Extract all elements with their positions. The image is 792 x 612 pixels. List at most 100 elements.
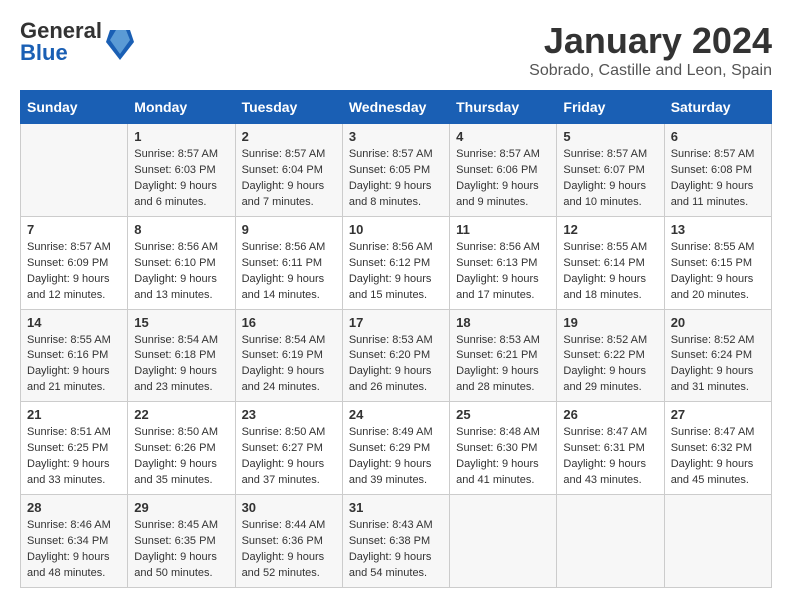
cell-content: Sunrise: 8:52 AM Sunset: 6:24 PM Dayligh…	[671, 333, 765, 397]
weekday-header: Friday	[557, 91, 664, 124]
calendar-cell: 2 Sunrise: 8:57 AM Sunset: 6:04 PM Daylig…	[235, 124, 342, 217]
weekday-header: Monday	[128, 91, 235, 124]
logo-line2: Blue	[20, 42, 102, 64]
calendar-cell: 6Sunrise: 8:57 AM Sunset: 6:08 PM Daylig…	[664, 124, 771, 217]
calendar-cell: 7 Sunrise: 8:57 AM Sunset: 6:09 PM Daylig…	[21, 216, 128, 309]
weekday-header: Tuesday	[235, 91, 342, 124]
cell-content: Sunrise: 8:57 AM Sunset: 6:09 PM Dayligh…	[27, 240, 121, 304]
calendar-cell: 28 Sunrise: 8:46 AM Sunset: 6:34 PM Dayli…	[21, 495, 128, 588]
calendar-cell: 22 Sunrise: 8:50 AM Sunset: 6:26 PM Dayli…	[128, 402, 235, 495]
cell-content: Sunrise: 8:46 AM Sunset: 6:34 PM Dayligh…	[27, 518, 121, 582]
cell-content: Sunrise: 8:56 AM Sunset: 6:10 PM Dayligh…	[134, 240, 228, 304]
title-area: January 2024 Sobrado, Castille and Leon,…	[529, 20, 772, 80]
cell-content: Sunrise: 8:57 AM Sunset: 6:05 PM Dayligh…	[349, 147, 443, 211]
calendar-cell	[450, 495, 557, 588]
day-number: 27	[671, 407, 765, 422]
day-number: 2	[242, 129, 336, 144]
calendar-cell: 24 Sunrise: 8:49 AM Sunset: 6:29 PM Dayli…	[342, 402, 449, 495]
calendar-week-row: 28 Sunrise: 8:46 AM Sunset: 6:34 PM Dayli…	[21, 495, 772, 588]
cell-content: Sunrise: 8:49 AM Sunset: 6:29 PM Dayligh…	[349, 425, 443, 489]
cell-content: Sunrise: 8:57 AM Sunset: 6:04 PM Dayligh…	[242, 147, 336, 211]
cell-content: Sunrise: 8:43 AM Sunset: 6:38 PM Dayligh…	[349, 518, 443, 582]
calendar-week-row: 21Sunrise: 8:51 AM Sunset: 6:25 PM Dayli…	[21, 402, 772, 495]
calendar-cell: 3 Sunrise: 8:57 AM Sunset: 6:05 PM Daylig…	[342, 124, 449, 217]
logo-line1: General	[20, 20, 102, 42]
calendar-cell: 21Sunrise: 8:51 AM Sunset: 6:25 PM Dayli…	[21, 402, 128, 495]
cell-content: Sunrise: 8:56 AM Sunset: 6:13 PM Dayligh…	[456, 240, 550, 304]
cell-content: Sunrise: 8:57 AM Sunset: 6:03 PM Dayligh…	[134, 147, 228, 211]
cell-content: Sunrise: 8:56 AM Sunset: 6:12 PM Dayligh…	[349, 240, 443, 304]
cell-content: Sunrise: 8:47 AM Sunset: 6:32 PM Dayligh…	[671, 425, 765, 489]
cell-content: Sunrise: 8:55 AM Sunset: 6:16 PM Dayligh…	[27, 333, 121, 397]
day-number: 7	[27, 222, 121, 237]
cell-content: Sunrise: 8:47 AM Sunset: 6:31 PM Dayligh…	[563, 425, 657, 489]
calendar-cell: 18 Sunrise: 8:53 AM Sunset: 6:21 PM Dayli…	[450, 309, 557, 402]
month-title: January 2024	[529, 20, 772, 62]
cell-content: Sunrise: 8:48 AM Sunset: 6:30 PM Dayligh…	[456, 425, 550, 489]
cell-content: Sunrise: 8:55 AM Sunset: 6:14 PM Dayligh…	[563, 240, 657, 304]
calendar-week-row: 7 Sunrise: 8:57 AM Sunset: 6:09 PM Daylig…	[21, 216, 772, 309]
logo: General Blue	[20, 20, 134, 64]
calendar-cell: 16 Sunrise: 8:54 AM Sunset: 6:19 PM Dayli…	[235, 309, 342, 402]
day-number: 8	[134, 222, 228, 237]
calendar-cell: 20 Sunrise: 8:52 AM Sunset: 6:24 PM Dayli…	[664, 309, 771, 402]
calendar-cell: 26 Sunrise: 8:47 AM Sunset: 6:31 PM Dayli…	[557, 402, 664, 495]
cell-content: Sunrise: 8:44 AM Sunset: 6:36 PM Dayligh…	[242, 518, 336, 582]
calendar-cell: 23Sunrise: 8:50 AM Sunset: 6:27 PM Dayli…	[235, 402, 342, 495]
cell-content: Sunrise: 8:53 AM Sunset: 6:20 PM Dayligh…	[349, 333, 443, 397]
weekday-header: Thursday	[450, 91, 557, 124]
calendar-cell: 12 Sunrise: 8:55 AM Sunset: 6:14 PM Dayli…	[557, 216, 664, 309]
cell-content: Sunrise: 8:45 AM Sunset: 6:35 PM Dayligh…	[134, 518, 228, 582]
calendar-cell: 8 Sunrise: 8:56 AM Sunset: 6:10 PM Daylig…	[128, 216, 235, 309]
calendar-cell	[557, 495, 664, 588]
day-number: 17	[349, 315, 443, 330]
calendar-table: SundayMondayTuesdayWednesdayThursdayFrid…	[20, 90, 772, 588]
cell-content: Sunrise: 8:54 AM Sunset: 6:18 PM Dayligh…	[134, 333, 228, 397]
calendar-cell: 5 Sunrise: 8:57 AM Sunset: 6:07 PM Daylig…	[557, 124, 664, 217]
cell-content: Sunrise: 8:50 AM Sunset: 6:26 PM Dayligh…	[134, 425, 228, 489]
calendar-cell: 15 Sunrise: 8:54 AM Sunset: 6:18 PM Dayli…	[128, 309, 235, 402]
day-number: 14	[27, 315, 121, 330]
day-number: 9	[242, 222, 336, 237]
cell-content: Sunrise: 8:54 AM Sunset: 6:19 PM Dayligh…	[242, 333, 336, 397]
day-number: 22	[134, 407, 228, 422]
day-number: 19	[563, 315, 657, 330]
cell-content: Sunrise: 8:53 AM Sunset: 6:21 PM Dayligh…	[456, 333, 550, 397]
day-number: 18	[456, 315, 550, 330]
cell-content: Sunrise: 8:56 AM Sunset: 6:11 PM Dayligh…	[242, 240, 336, 304]
header: General Blue January 2024 Sobrado, Casti…	[20, 20, 772, 80]
weekday-header: Wednesday	[342, 91, 449, 124]
calendar-cell	[21, 124, 128, 217]
calendar-cell: 19 Sunrise: 8:52 AM Sunset: 6:22 PM Dayli…	[557, 309, 664, 402]
day-number: 23	[242, 407, 336, 422]
day-number: 21	[27, 407, 121, 422]
calendar-cell: 1Sunrise: 8:57 AM Sunset: 6:03 PM Daylig…	[128, 124, 235, 217]
cell-content: Sunrise: 8:57 AM Sunset: 6:08 PM Dayligh…	[671, 147, 765, 211]
day-number: 24	[349, 407, 443, 422]
day-number: 28	[27, 500, 121, 515]
day-number: 16	[242, 315, 336, 330]
location-subtitle: Sobrado, Castille and Leon, Spain	[529, 62, 772, 80]
day-number: 20	[671, 315, 765, 330]
calendar-cell: 17 Sunrise: 8:53 AM Sunset: 6:20 PM Dayli…	[342, 309, 449, 402]
day-number: 12	[563, 222, 657, 237]
calendar-cell: 11Sunrise: 8:56 AM Sunset: 6:13 PM Dayli…	[450, 216, 557, 309]
cell-content: Sunrise: 8:57 AM Sunset: 6:07 PM Dayligh…	[563, 147, 657, 211]
calendar-cell: 10Sunrise: 8:56 AM Sunset: 6:12 PM Dayli…	[342, 216, 449, 309]
calendar-cell: 14 Sunrise: 8:55 AM Sunset: 6:16 PM Dayli…	[21, 309, 128, 402]
day-number: 15	[134, 315, 228, 330]
weekday-header: Saturday	[664, 91, 771, 124]
calendar-cell: 30 Sunrise: 8:44 AM Sunset: 6:36 PM Dayli…	[235, 495, 342, 588]
calendar-week-row: 1Sunrise: 8:57 AM Sunset: 6:03 PM Daylig…	[21, 124, 772, 217]
day-number: 30	[242, 500, 336, 515]
calendar-cell: 13Sunrise: 8:55 AM Sunset: 6:15 PM Dayli…	[664, 216, 771, 309]
cell-content: Sunrise: 8:52 AM Sunset: 6:22 PM Dayligh…	[563, 333, 657, 397]
day-number: 26	[563, 407, 657, 422]
day-number: 5	[563, 129, 657, 144]
day-number: 3	[349, 129, 443, 144]
cell-content: Sunrise: 8:57 AM Sunset: 6:06 PM Dayligh…	[456, 147, 550, 211]
calendar-cell: 25Sunrise: 8:48 AM Sunset: 6:30 PM Dayli…	[450, 402, 557, 495]
weekday-header: Sunday	[21, 91, 128, 124]
weekday-header-row: SundayMondayTuesdayWednesdayThursdayFrid…	[21, 91, 772, 124]
day-number: 13	[671, 222, 765, 237]
